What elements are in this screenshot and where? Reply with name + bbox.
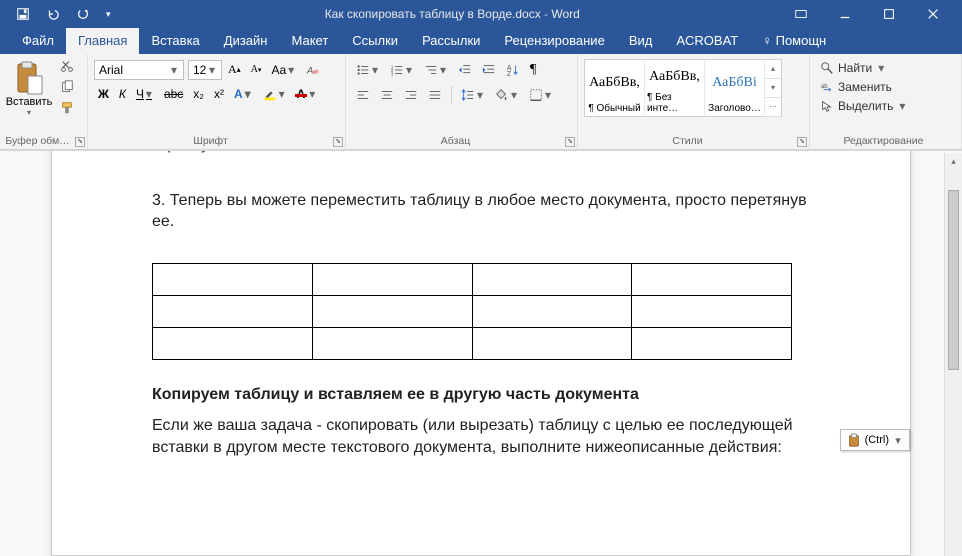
close-icon[interactable] bbox=[922, 4, 944, 24]
tab-acrobat[interactable]: ACROBAT bbox=[664, 28, 750, 54]
select-button[interactable]: Выделить▾ bbox=[816, 97, 955, 115]
superscript-button[interactable]: x² bbox=[210, 84, 228, 104]
styles-down-icon[interactable]: ▾ bbox=[765, 79, 781, 98]
text-effects-icon[interactable]: A▾ bbox=[230, 84, 257, 104]
bold-button[interactable]: Ж bbox=[94, 84, 113, 104]
line-spacing-icon[interactable]: ▾ bbox=[457, 85, 489, 105]
copy-icon[interactable] bbox=[56, 77, 78, 97]
format-painter-icon[interactable] bbox=[56, 98, 78, 118]
justify-icon[interactable] bbox=[424, 85, 446, 105]
undo-icon[interactable] bbox=[42, 4, 64, 24]
tab-references[interactable]: Ссылки bbox=[340, 28, 410, 54]
styles-up-icon[interactable]: ▴ bbox=[765, 60, 781, 79]
clipboard-launcher[interactable]: ⬊ bbox=[75, 137, 85, 147]
font-group-label: Шрифт bbox=[88, 134, 333, 149]
paragraph-group-label: Абзац bbox=[346, 134, 565, 149]
ribbon: Вставить ▾ Буфер обм… ⬊ Arial▾ 12▾ A▴ A▾… bbox=[0, 54, 962, 150]
align-left-icon[interactable] bbox=[352, 85, 374, 105]
table-row bbox=[153, 263, 792, 295]
increase-indent-icon[interactable] bbox=[478, 60, 500, 80]
grow-font-icon[interactable]: A▴ bbox=[224, 59, 245, 80]
scroll-up-icon[interactable]: ▴ bbox=[945, 153, 962, 170]
highlight-icon[interactable]: ▾ bbox=[259, 84, 291, 104]
underline-button[interactable]: Ч▾ bbox=[132, 84, 158, 104]
doc-heading: Копируем таблицу и вставляем ее в другую… bbox=[152, 384, 820, 406]
qat-dropdown-icon[interactable]: ▾ bbox=[102, 6, 115, 23]
sort-icon[interactable]: AZ bbox=[502, 60, 524, 80]
align-right-icon[interactable] bbox=[400, 85, 422, 105]
shading-icon[interactable]: ▾ bbox=[491, 85, 523, 105]
table-row bbox=[153, 295, 792, 327]
tell-me[interactable]: ♀ Помощн bbox=[750, 28, 838, 54]
tab-layout[interactable]: Макет bbox=[279, 28, 340, 54]
table-row bbox=[153, 327, 792, 359]
font-family-select[interactable]: Arial▾ bbox=[94, 60, 184, 80]
styles-group-label: Стили bbox=[578, 134, 797, 149]
cut-icon[interactable] bbox=[56, 56, 78, 76]
find-button[interactable]: Найти▾ bbox=[816, 59, 955, 77]
clear-format-icon[interactable]: A bbox=[302, 60, 324, 80]
tab-insert[interactable]: Вставка bbox=[139, 28, 211, 54]
paragraph-launcher[interactable]: ⬊ bbox=[565, 137, 575, 147]
paste-button[interactable]: Вставить ▾ bbox=[6, 58, 52, 117]
style-no-spacing[interactable]: АаБбВв,¶ Без инте… bbox=[645, 60, 705, 116]
doc-table[interactable] bbox=[152, 263, 792, 360]
svg-text:Z: Z bbox=[507, 71, 512, 77]
shrink-font-icon[interactable]: A▾ bbox=[247, 61, 266, 78]
tab-design[interactable]: Дизайн bbox=[212, 28, 280, 54]
scroll-thumb[interactable] bbox=[948, 190, 959, 370]
tab-mailings[interactable]: Рассылки bbox=[410, 28, 492, 54]
tab-file[interactable]: Файл bbox=[10, 28, 66, 54]
save-icon[interactable] bbox=[12, 4, 34, 24]
clipboard-group-label: Буфер обм… bbox=[0, 134, 75, 149]
align-center-icon[interactable] bbox=[376, 85, 398, 105]
page[interactable]: стрелку. 3. Теперь вы можете переместить… bbox=[51, 150, 911, 556]
styles-more-icon[interactable]: ⋯ bbox=[765, 98, 781, 117]
decrease-indent-icon[interactable] bbox=[454, 60, 476, 80]
tab-review[interactable]: Рецензирование bbox=[492, 28, 616, 54]
tab-home[interactable]: Главная bbox=[66, 28, 139, 54]
font-color-icon[interactable]: A▾ bbox=[293, 84, 322, 104]
redo-icon[interactable] bbox=[72, 4, 94, 24]
strike-button[interactable]: abc bbox=[160, 84, 187, 104]
change-case-icon[interactable]: Aa▾ bbox=[267, 60, 300, 80]
subscript-button[interactable]: x₂ bbox=[189, 84, 208, 104]
bullets-icon[interactable]: ▾ bbox=[352, 60, 384, 80]
window-title: Как скопировать таблицу в Ворде.docx - W… bbox=[115, 7, 790, 21]
show-marks-icon[interactable]: ¶ bbox=[526, 59, 540, 81]
paste-options-hint[interactable]: (Ctrl)▾ bbox=[840, 429, 910, 451]
font-launcher[interactable]: ⬊ bbox=[333, 137, 343, 147]
vertical-scrollbar[interactable]: ▴ bbox=[944, 153, 962, 556]
svg-text:3: 3 bbox=[391, 71, 394, 76]
doc-paragraph-3: 3. Теперь вы можете переместить таблицу … bbox=[152, 190, 820, 233]
doc-paragraph-4: Если же ваша задача - скопировать (или в… bbox=[152, 415, 820, 458]
svg-text:A: A bbox=[306, 65, 313, 76]
styles-launcher[interactable]: ⬊ bbox=[797, 137, 807, 147]
numbering-icon[interactable]: 123▾ bbox=[386, 60, 418, 80]
ribbon-display-icon[interactable] bbox=[790, 4, 812, 24]
borders-icon[interactable]: ▾ bbox=[525, 85, 557, 105]
minimize-icon[interactable] bbox=[834, 4, 856, 24]
font-size-select[interactable]: 12▾ bbox=[188, 60, 222, 80]
doc-cut-line: стрелку. bbox=[152, 150, 820, 156]
document-area[interactable]: стрелку. 3. Теперь вы можете переместить… bbox=[0, 150, 962, 556]
replace-button[interactable]: abЗаменить bbox=[816, 78, 955, 96]
tab-view[interactable]: Вид bbox=[617, 28, 665, 54]
style-heading1[interactable]: АаБбВіЗаголово… bbox=[705, 60, 765, 116]
ribbon-tabs: Файл Главная Вставка Дизайн Макет Ссылки… bbox=[0, 28, 962, 54]
editing-group-label: Редактирование bbox=[810, 134, 957, 149]
maximize-icon[interactable] bbox=[878, 4, 900, 24]
multilevel-icon[interactable]: ▾ bbox=[420, 60, 452, 80]
svg-text:ab: ab bbox=[821, 83, 828, 90]
style-normal[interactable]: АаБбВв,¶ Обычный bbox=[585, 60, 645, 116]
italic-button[interactable]: К bbox=[115, 84, 130, 104]
